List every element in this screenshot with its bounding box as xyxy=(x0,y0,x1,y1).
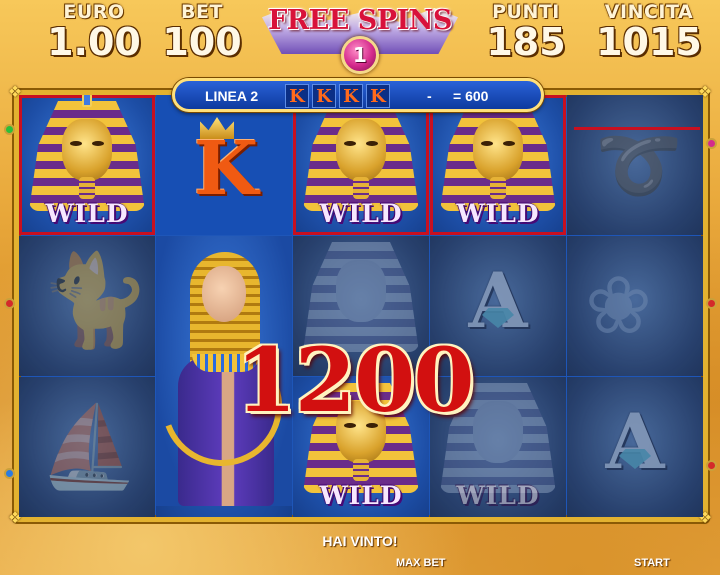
reel-5-row-2-lotus: ❀ xyxy=(567,236,703,376)
payline-marker-icon xyxy=(706,460,717,471)
payline-indicator xyxy=(574,127,700,130)
k-symbol: K xyxy=(193,126,259,212)
reel-1-row-1-wild: WILD xyxy=(19,95,155,235)
euro-label: EURO xyxy=(63,1,125,23)
mini-k-symbol: K xyxy=(339,84,363,108)
snake-arm-icon: ➰ xyxy=(595,126,683,204)
vincita-stat: VINCITA 1015 xyxy=(590,2,708,62)
free-spins-counter: 1 xyxy=(341,36,379,74)
reel-1-row-3-boat: ⛵ xyxy=(19,377,155,517)
bet-value: 100 xyxy=(162,20,242,64)
line-win-amount: = 600 xyxy=(453,88,489,104)
payline-marker-icon xyxy=(4,468,15,479)
euro-stat: EURO 1.00 xyxy=(44,2,144,62)
payline-marker-icon xyxy=(4,124,15,135)
punti-stat: PUNTI 185 xyxy=(480,2,572,62)
wild-label: WILD xyxy=(319,481,403,510)
start-button[interactable]: START xyxy=(634,557,670,569)
cat-statue-icon: 🐈 xyxy=(39,251,152,351)
top-hud: EURO 1.00 BET 100 FREE SPINS 1 PUNTI 185… xyxy=(0,0,720,78)
line-label: LINEA 2 xyxy=(205,88,259,104)
vincita-label: VINCITA xyxy=(604,1,694,23)
free-spins-logo: FREE SPINS 1 xyxy=(262,0,458,78)
payline-marker-icon xyxy=(4,298,15,309)
free-spins-title: FREE SPINS xyxy=(268,5,452,36)
line-win-banner: LINEA 2 K K K K - = 600 xyxy=(172,78,544,112)
payline-marker-icon xyxy=(706,138,717,149)
wild-label: WILD xyxy=(456,199,540,228)
win-message: HAI VINTO! xyxy=(322,533,398,549)
euro-value: 1.00 xyxy=(47,20,141,64)
reel-3-row-1-wild: WILD xyxy=(293,95,429,235)
reel-grid: WILD K WILD WILD ➰ 🐈 A ❀ ⛵ WILD WILD A xyxy=(19,95,703,517)
mini-k-symbol: K xyxy=(366,84,390,108)
mini-k-symbol: K xyxy=(312,84,336,108)
bet-stat: BET 100 xyxy=(160,2,244,62)
max-bet-button[interactable]: MAX BET xyxy=(396,557,446,569)
lotus-icon: ❀ xyxy=(585,261,653,350)
total-win-amount: 1200 xyxy=(235,328,475,432)
punti-value: 185 xyxy=(486,20,566,64)
line-separator: - xyxy=(427,88,432,104)
wild-label: WILD xyxy=(319,199,403,228)
reel-5-row-3-a: A xyxy=(567,377,703,517)
a-symbol: A xyxy=(605,397,665,486)
reel-2-row-1-k: K xyxy=(156,95,292,235)
wild-label: WILD xyxy=(45,199,129,228)
bet-label: BET xyxy=(181,1,223,23)
reel-5-row-1-snake: ➰ xyxy=(567,95,703,235)
vincita-value: 1015 xyxy=(596,20,702,64)
punti-label: PUNTI xyxy=(492,1,560,23)
reel-1-row-2-cat: 🐈 xyxy=(19,236,155,376)
payline-marker-icon xyxy=(706,298,717,309)
boat-icon: ⛵ xyxy=(39,402,139,491)
mini-k-symbol: K xyxy=(285,84,309,108)
wild-label: WILD xyxy=(456,481,540,510)
reel-4-row-1-wild: WILD xyxy=(430,95,566,235)
